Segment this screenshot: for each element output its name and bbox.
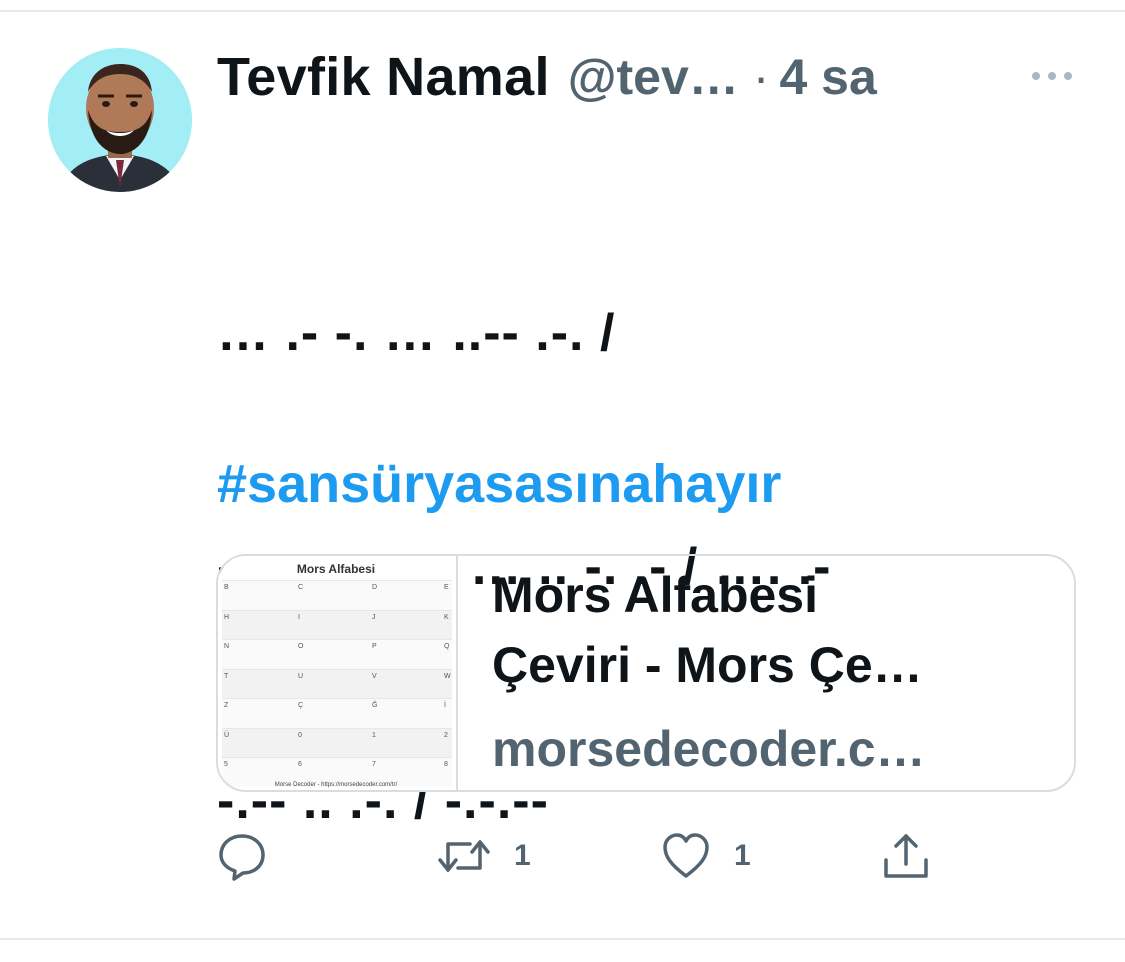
- header-separator: ·: [752, 49, 770, 105]
- top-divider: [0, 10, 1125, 12]
- thumbnail-row: Z Ç Ğ İ: [222, 698, 452, 728]
- retweet-button[interactable]: 1: [436, 828, 531, 884]
- thumbnail-cell: J: [372, 613, 376, 621]
- thumbnail-cell: Ç: [298, 702, 304, 709]
- tweet-actions-bar: 1 1: [0, 828, 1125, 884]
- tweet-timestamp[interactable]: 4 sa: [779, 48, 876, 106]
- reply-icon: [216, 830, 268, 882]
- thumbnail-cell: K: [444, 613, 449, 621]
- share-icon: [880, 830, 932, 882]
- thumbnail-row: B C D E: [222, 580, 452, 610]
- thumbnail-cell: E: [444, 584, 449, 591]
- thumbnail-cell: İ: [444, 702, 446, 709]
- tweet-text: … .- -. … ..-- .-. / -.-- .- … .- … .. -…: [217, 138, 1057, 918]
- like-button[interactable]: 1: [660, 828, 751, 884]
- link-preview-card[interactable]: Mors Alfabesi B C D E H I J K N O P Q T: [216, 554, 1076, 792]
- thumbnail-row: Ü 0 1 2: [222, 727, 452, 757]
- thumbnail-cell: N: [224, 643, 230, 650]
- thumbnail-cell: V: [372, 672, 377, 680]
- thumbnail-cell: 7: [372, 761, 376, 768]
- thumbnail-cell: 2: [444, 731, 448, 739]
- retweet-count: 1: [514, 839, 531, 872]
- author-handle[interactable]: @tev…: [568, 48, 739, 106]
- thumbnail-cell: Ğ: [372, 702, 378, 709]
- thumbnail-cell: O: [298, 643, 304, 650]
- thumbnail-cell: D: [372, 584, 378, 591]
- thumbnail-cell: C: [298, 584, 304, 591]
- thumbnail-row: T U V W: [222, 668, 452, 698]
- thumbnail-cell: T: [224, 672, 229, 680]
- avatar[interactable]: [48, 48, 192, 192]
- thumbnail-cell: 0: [298, 731, 302, 739]
- card-domain: morsedecoder.c…: [492, 721, 926, 777]
- reply-button[interactable]: [216, 828, 268, 884]
- thumbnail-cell: B: [224, 584, 229, 591]
- thumbnail-cell: 8: [444, 761, 448, 768]
- card-thumbnail: Mors Alfabesi B C D E H I J K N O P Q T: [218, 556, 458, 790]
- thumbnail-cell: I: [298, 613, 300, 621]
- share-button[interactable]: [880, 828, 932, 884]
- thumbnail-cell: P: [372, 643, 377, 650]
- card-title: Mors Alfabesi Çeviri - Mors Çe…: [492, 560, 1052, 700]
- thumbnail-title: Mors Alfabesi: [296, 562, 376, 576]
- thumbnail-cell: 6: [298, 761, 302, 768]
- like-count: 1: [734, 839, 751, 872]
- thumbnail-cell: Q: [444, 643, 450, 650]
- bottom-divider: [0, 938, 1125, 940]
- thumbnail-cell: H: [224, 613, 230, 621]
- thumbnail-footer: Morse Decoder - https://morsedecoder.com…: [274, 782, 398, 788]
- thumbnail-row: N O P Q: [222, 639, 452, 669]
- thumbnail-cell: 1: [372, 731, 376, 739]
- hashtag-link[interactable]: #sansüryasasınahayır: [217, 453, 781, 515]
- card-title-line: Çeviri - Mors Çe…: [492, 637, 923, 693]
- tweet-text-line: … .- -. … ..-- .-. /: [217, 304, 616, 362]
- thumbnail-table: B C D E H I J K N O P Q T U V W Z Ç Ğ İ …: [222, 580, 452, 787]
- heart-icon: [660, 830, 712, 882]
- tweet-header: Tevfik Namal @tev… · 4 sa: [217, 44, 877, 110]
- thumbnail-cell: 5: [224, 761, 228, 768]
- more-options-icon[interactable]: [1028, 64, 1076, 88]
- retweet-icon: [436, 830, 492, 882]
- thumbnail-cell: Z: [224, 702, 229, 709]
- thumbnail-cell: W: [444, 672, 451, 680]
- card-title-line: Mors Alfabesi: [492, 567, 819, 623]
- thumbnail-row: H I J K: [222, 609, 452, 639]
- author-name[interactable]: Tevfik Namal: [217, 46, 550, 108]
- thumbnail-cell: Ü: [224, 731, 230, 739]
- thumbnail-cell: U: [298, 672, 304, 680]
